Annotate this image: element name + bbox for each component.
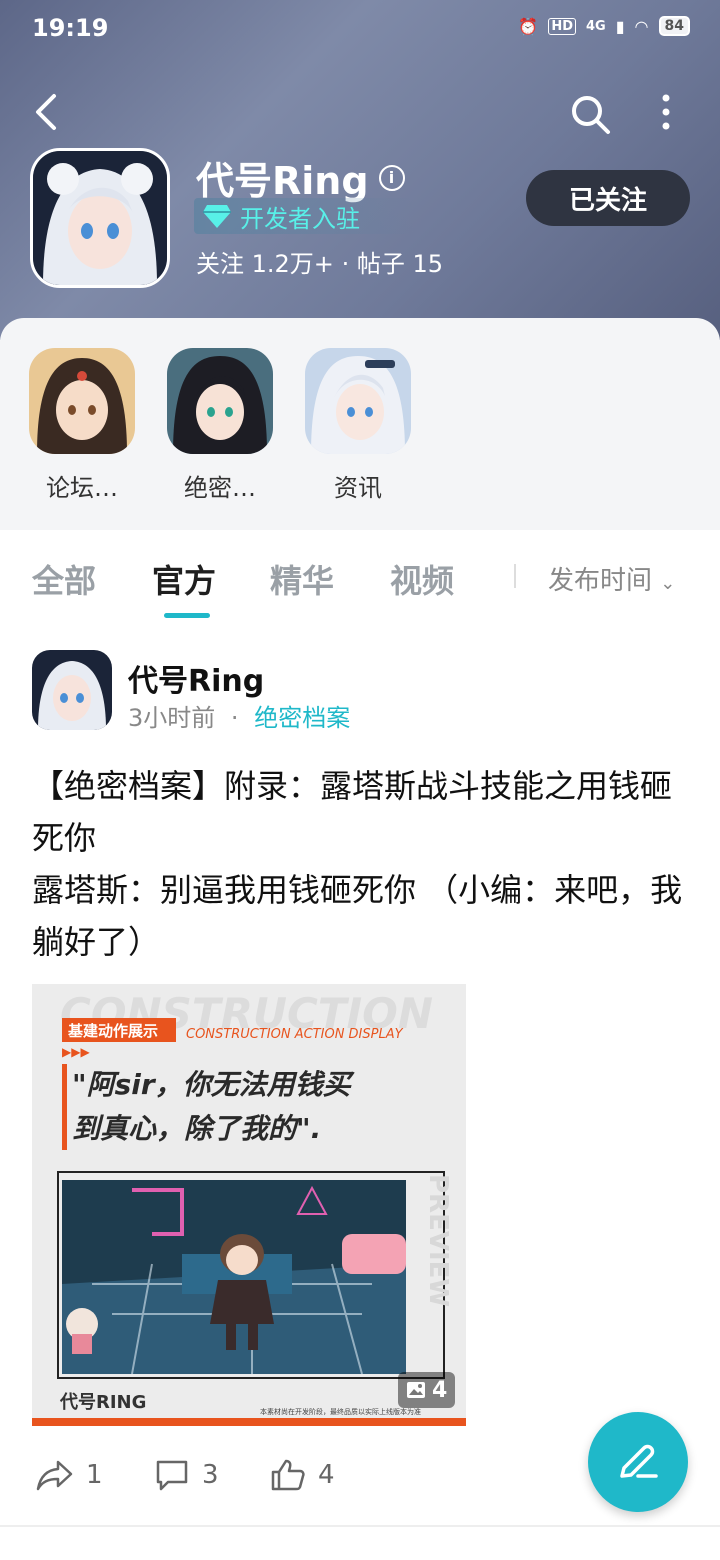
sort-dropdown[interactable]: 发布时间 ⌄ (548, 560, 675, 597)
quick-link-secret[interactable]: 绝密… (165, 348, 275, 503)
developer-badge[interactable]: 开发者入驻 (194, 198, 414, 234)
hd-icon: HD (548, 17, 577, 35)
tab-featured[interactable]: 精华 (270, 556, 334, 602)
follow-count: 1.2万+ (251, 250, 334, 278)
chevron-down-icon: ⌄ (660, 573, 676, 594)
game-title-text: 代号Ring (196, 159, 369, 203)
tab-all[interactable]: 全部 (32, 556, 96, 602)
battery-icon: 84 (658, 16, 690, 36)
posts-label: 帖子 (356, 250, 405, 278)
post-author-avatar[interactable] (32, 650, 112, 730)
banner-arrows: ▶▶▶ (62, 1045, 90, 1059)
sort-label: 发布时间 (548, 566, 653, 596)
stats-separator: · (341, 250, 350, 278)
diamond-icon (203, 205, 231, 228)
pen-icon (620, 1444, 658, 1478)
network-icon: 4G (586, 18, 606, 34)
post-text-line: 【绝密档案】附录：露塔斯战斗技能之用钱砸死你 (32, 767, 673, 857)
tab-video[interactable]: 视频 (390, 556, 454, 602)
status-icons: ⏰ HD 4G ▮ ◠ 84 (518, 16, 690, 36)
quick-link-news[interactable]: 资讯 (303, 348, 413, 503)
game-stats: 关注 1.2万+ · 帖子 15 (196, 244, 443, 279)
like-count: 4 (318, 1460, 335, 1490)
image-count-badge: 4 (398, 1372, 456, 1408)
preview-text: PREVIEW (423, 1174, 453, 1307)
wifi-icon: ◠ (634, 16, 649, 36)
quick-link-image (167, 348, 273, 454)
quote-line-2: 到真心，除了我的". (72, 1112, 321, 1145)
quick-link-label: 绝密… (184, 474, 256, 502)
comment-icon (156, 1460, 188, 1491)
post-meta: 3小时前 · 绝密档案 (128, 698, 350, 733)
image-count: 4 (432, 1377, 448, 1403)
tab-bar: 全部 官方 精华 视频 发布时间 ⌄ (0, 530, 720, 628)
game-avatar (30, 148, 170, 288)
meta-dot: · (230, 704, 239, 732)
quick-links: 论坛… 绝密… 资讯 (0, 318, 720, 530)
developer-badge-label: 开发者入驻 (240, 204, 360, 233)
quick-link-label: 论坛… (46, 474, 118, 502)
comment-count: 3 (202, 1460, 219, 1490)
quote-line-1: "阿sir，你无法用钱买 (72, 1068, 356, 1101)
search-icon[interactable] (568, 92, 612, 136)
posts-count: 15 (412, 250, 444, 278)
back-arrow-icon[interactable] (30, 92, 66, 132)
thumbs-up-icon (271, 1459, 305, 1491)
image-logo: 代号RING (59, 1392, 146, 1413)
tab-divider (514, 564, 516, 588)
share-count: 1 (86, 1460, 103, 1490)
alarm-icon: ⏰ (518, 16, 539, 36)
post-time: 3小时前 (128, 704, 216, 732)
share-icon (36, 1460, 73, 1491)
compose-post-button[interactable] (588, 1412, 688, 1512)
post-image[interactable]: CONSTRUCTION 基建动作展示 CONSTRUCTION ACTION … (32, 984, 466, 1426)
banner-en-text: CONSTRUCTION ACTION DISPLAY (186, 1027, 404, 1042)
share-button[interactable]: 1 (36, 1458, 103, 1492)
more-options-icon[interactable] (652, 92, 680, 132)
post-author-name[interactable]: 代号Ring (128, 656, 264, 700)
banner-tag-text: 基建动作展示 (67, 1022, 158, 1040)
info-icon[interactable]: i (378, 164, 405, 191)
image-footnote: 本素材尚在开发阶段，最终品质以实际上线版本为准 (260, 1407, 421, 1416)
game-title: 代号Ring i (196, 150, 405, 205)
game-header: 19:19 ⏰ HD 4G ▮ ◠ 84 代号Ring i 开发者入驻 关注 1… (0, 0, 720, 340)
active-tab-indicator (164, 613, 210, 618)
tab-official[interactable]: 官方 (152, 556, 216, 602)
followed-button[interactable]: 已关注 (526, 170, 690, 226)
image-icon (407, 1382, 425, 1398)
signal-icon: ▮ (615, 16, 625, 36)
follow-label: 关注 (196, 250, 244, 278)
post-text: 【绝密档案】附录：露塔斯战斗技能之用钱砸死你 露塔斯：别逼我用钱砸死你 （小编：… (32, 760, 692, 968)
status-time: 19:19 (32, 14, 109, 42)
post-divider (0, 1525, 720, 1527)
quick-link-image (305, 348, 411, 454)
like-button[interactable]: 4 (270, 1458, 335, 1492)
post-actions: 1 3 4 (32, 1450, 432, 1506)
status-bar: 19:19 ⏰ HD 4G ▮ ◠ 84 (0, 0, 720, 56)
quick-link-image (29, 348, 135, 454)
comment-button[interactable]: 3 (154, 1458, 219, 1492)
post-topic-link[interactable]: 绝密档案 (254, 704, 350, 732)
quick-link-forum[interactable]: 论坛… (27, 348, 137, 503)
quick-link-label: 资讯 (334, 474, 382, 502)
post-text-line: 露塔斯：别逼我用钱砸死你 （小编：来吧，我躺好了） (32, 871, 683, 961)
